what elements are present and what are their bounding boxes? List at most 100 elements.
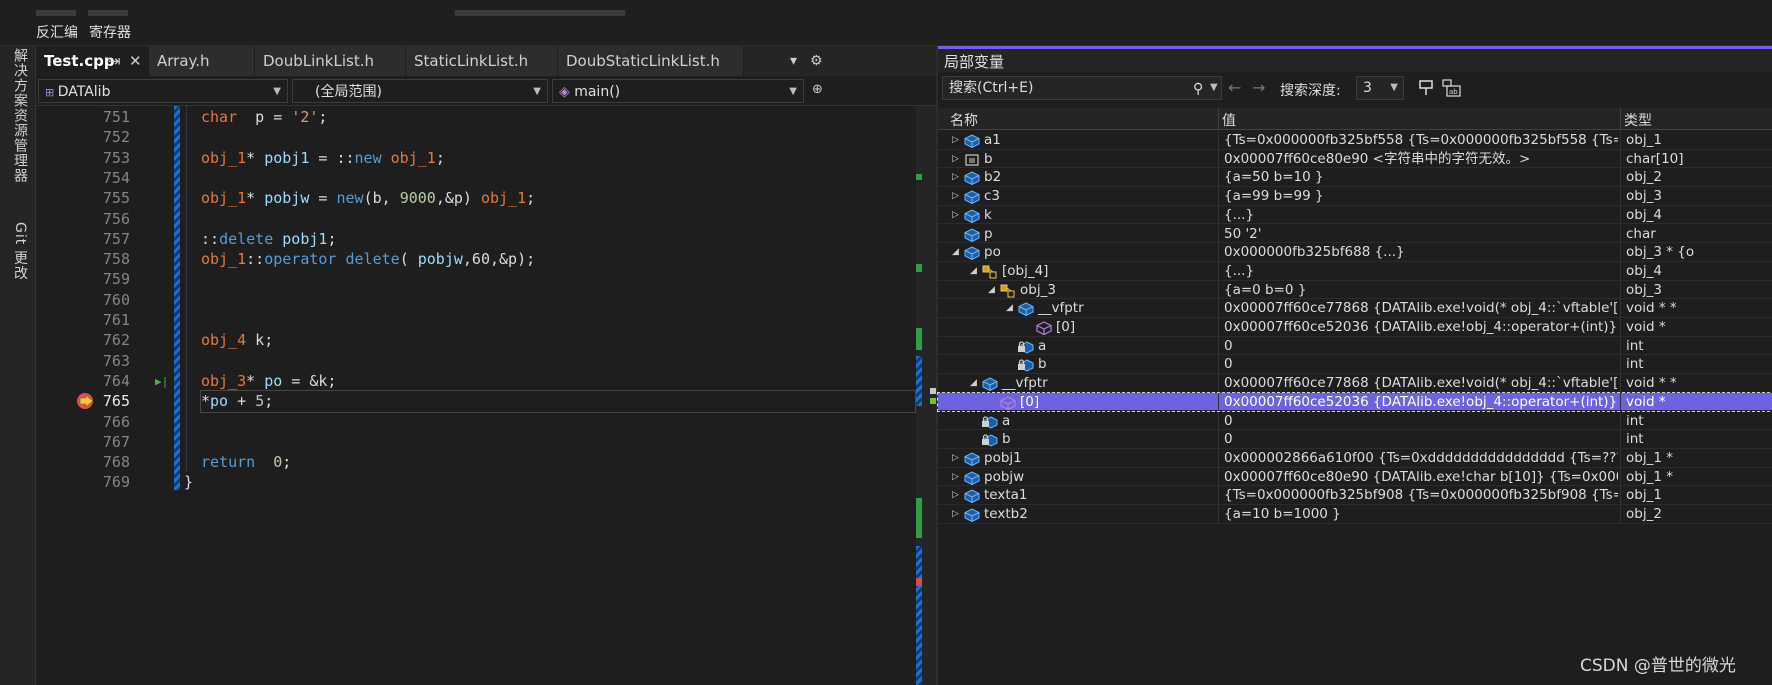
tab-label: Test.cpp: [44, 52, 115, 70]
column-divider[interactable]: [1620, 108, 1621, 130]
column-divider: [1218, 318, 1219, 337]
tab-doublinklist-h[interactable]: DoubLinkList.h: [255, 46, 406, 76]
locals-row[interactable]: ▷ texta1 {Ts=0x000000fb325bf908 {Ts=0x0000…: [938, 486, 1772, 505]
cube-icon: [1000, 396, 1016, 410]
locals-toolbar: 搜索(Ctrl+E) ⚲ ▼ ← → 搜索深度: 3 ▼ ab: [938, 72, 1772, 104]
locals-row[interactable]: ▷ textb2 {a=10 b=1000 } obj_2: [938, 505, 1772, 524]
collapse-arrow-icon[interactable]: ◢: [970, 262, 977, 281]
function-dropdown[interactable]: ◈ main() ▼: [552, 79, 804, 103]
hex-display-icon[interactable]: ab: [1442, 79, 1462, 97]
column-divider: [1218, 149, 1219, 169]
tab-staticlinklist-h[interactable]: StaticLinkList.h: [406, 46, 558, 76]
field-icon: [964, 134, 980, 149]
expand-arrow-icon[interactable]: ▷: [952, 449, 959, 468]
locals-row[interactable]: a 0 int: [938, 336, 1772, 356]
locals-row[interactable]: ▷ b 0x00007ff60ce80e90 <字符串中的字符无效。> char[10…: [938, 149, 1772, 169]
column-divider: [1218, 280, 1219, 300]
tab-solution-explorer[interactable]: 解决方案资源管理器: [10, 48, 30, 183]
collapse-arrow-icon[interactable]: ◢: [1006, 299, 1013, 318]
toolbar-placeholder: [455, 10, 625, 16]
collapse-arrow-icon[interactable]: ◢: [952, 243, 959, 262]
project-dropdown[interactable]: ⊞ DATAlib ▼: [38, 79, 288, 103]
column-divider: [1620, 505, 1621, 524]
locals-row[interactable]: ▷ a1 {Ts=0x000000fb325bf558 {Ts=0x000000fb…: [938, 131, 1772, 150]
variable-name: [0]: [1020, 393, 1040, 410]
expand-arrow-icon[interactable]: ▷: [952, 468, 959, 487]
locals-row[interactable]: ▷ pobjw 0x00007ff60ce80e90 {DATAlib.exe!ch…: [938, 467, 1772, 487]
tab-test-cpp[interactable]: Test.cpp ⇥ ✕: [36, 46, 149, 76]
expand-arrow-icon[interactable]: ▷: [952, 486, 959, 505]
row-divider: [938, 522, 1772, 524]
locals-row[interactable]: ▷ c3 {a=99 b=99 } obj_3: [938, 187, 1772, 206]
forward-arrow-icon[interactable]: →: [1252, 78, 1265, 97]
tab-disassembly[interactable]: 反汇编: [36, 22, 78, 42]
field-icon: [964, 190, 980, 205]
variable-name: __vfptr: [1038, 300, 1084, 317]
locals-row[interactable]: b 0 int: [938, 430, 1772, 449]
code-lines[interactable]: 751 char p = '2'; 752 753 obj_1* pobj1 = ::n…: [36, 106, 916, 685]
field-icon: [964, 227, 980, 242]
close-icon[interactable]: ✕: [129, 46, 142, 76]
locals-row[interactable]: ▷ b2 {a=50 b=10 } obj_2: [938, 168, 1772, 188]
scope-dropdown[interactable]: (全局范围) ▼: [292, 79, 548, 103]
locals-row[interactable]: ▷ pobj1 0x000002866a610f00 {Ts=0xddddddddd…: [938, 448, 1772, 468]
column-divider: [1620, 261, 1621, 281]
pin-to-source-icon[interactable]: [1418, 79, 1436, 97]
column-divider[interactable]: [1218, 108, 1219, 130]
array-icon: [964, 153, 980, 167]
locals-row[interactable]: [0] 0x00007ff60ce52036 {DATAlib.exe!obj_4…: [937, 391, 1772, 413]
side-tool-strip: 解决方案资源管理器 Git 更改: [0, 46, 36, 685]
locals-row[interactable]: ◢ __vfptr 0x00007ff60ce77868 {DATAlib.exe!…: [938, 299, 1772, 318]
column-name-header[interactable]: 名称: [950, 110, 978, 130]
locals-row[interactable]: ◢ po 0x000000fb325bf688 {...} obj_3 * {o: [938, 243, 1772, 262]
split-icon[interactable]: ⊕: [812, 82, 823, 97]
locals-row[interactable]: ◢ [obj_4] {...} obj_4: [938, 261, 1772, 281]
pin-icon[interactable]: ⇥: [108, 46, 121, 76]
locals-window: 局部变量 搜索(Ctrl+E) ⚲ ▼ ← → 搜索深度: 3 ▼ ab 名称 …: [936, 46, 1772, 685]
locals-row[interactable]: [0] 0x00007ff60ce52036 {DATAlib.exe!obj_4…: [938, 318, 1772, 337]
collapse-arrow-icon[interactable]: ◢: [988, 281, 995, 300]
locals-row[interactable]: b 0 int: [938, 355, 1772, 375]
expand-arrow-icon[interactable]: ▷: [952, 505, 959, 524]
tab-registers[interactable]: 寄存器: [89, 22, 131, 42]
locals-row[interactable]: ◢ __vfptr 0x00007ff60ce77868 {DATAlib.exe!…: [938, 374, 1772, 393]
variable-name: k: [984, 206, 992, 223]
locals-row[interactable]: a 0 int: [938, 411, 1772, 431]
code-line[interactable]: 769}: [36, 471, 916, 494]
grid-header: 名称 值 类型: [938, 108, 1772, 130]
tab-overflow-icon[interactable]: ▾: [790, 46, 797, 76]
expand-arrow-icon[interactable]: ▷: [952, 168, 959, 187]
column-divider: [1620, 336, 1621, 356]
variable-name: b2: [984, 169, 1002, 186]
settings-icon[interactable]: ⚙: [810, 46, 823, 76]
expand-arrow-icon[interactable]: ▷: [952, 206, 959, 225]
method-cube-icon: ◈: [559, 84, 575, 100]
locals-row[interactable]: ◢ obj_3 {a=0 b=0 } obj_3: [938, 280, 1772, 300]
chevron-down-icon[interactable]: ▼: [1210, 77, 1218, 99]
expand-arrow-icon[interactable]: ▷: [952, 187, 959, 206]
tab-array-h[interactable]: Array.h: [149, 46, 255, 76]
scroll-marker: [916, 174, 922, 180]
collapse-arrow-icon[interactable]: ◢: [970, 374, 977, 393]
column-type-header[interactable]: 类型: [1624, 110, 1652, 130]
tab-doubstaticlinklist-h[interactable]: DoubStaticLinkList.h: [558, 46, 744, 76]
locals-row[interactable]: p 50 '2' char: [938, 224, 1772, 244]
editor-scrollbar[interactable]: [916, 106, 936, 685]
column-divider: [1218, 243, 1219, 262]
search-depth-value: 3: [1363, 80, 1372, 96]
column-value-header[interactable]: 值: [1222, 110, 1236, 130]
chevron-down-icon: ▼: [273, 86, 281, 97]
locals-row[interactable]: ▷ k {...} obj_4: [938, 205, 1772, 225]
watermark: CSDN @普世的微光: [1580, 656, 1736, 676]
expand-arrow-icon[interactable]: ▷: [952, 150, 959, 169]
expand-arrow-icon[interactable]: ▷: [952, 131, 959, 150]
locked-icon: [1018, 340, 1034, 354]
column-divider: [1620, 467, 1621, 487]
back-arrow-icon[interactable]: ←: [1228, 78, 1241, 97]
toolbar-placeholder: [36, 10, 76, 16]
search-depth-dropdown[interactable]: 3 ▼: [1356, 76, 1404, 100]
line-number: 769: [102, 473, 130, 492]
column-divider: [1620, 168, 1621, 188]
tab-git-changes[interactable]: Git 更改: [10, 222, 30, 281]
search-input[interactable]: 搜索(Ctrl+E) ⚲ ▼: [942, 76, 1222, 100]
